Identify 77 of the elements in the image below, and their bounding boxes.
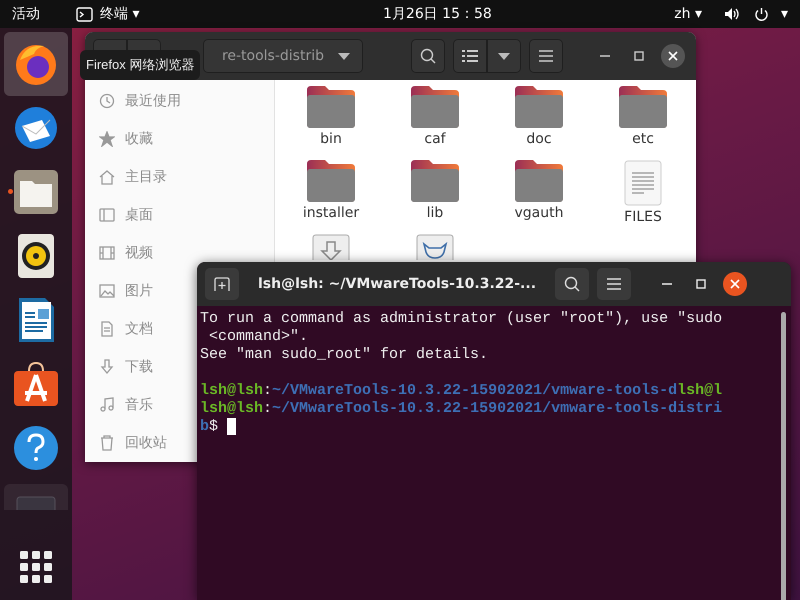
file-item[interactable]: caf xyxy=(411,86,459,160)
folder-icon xyxy=(411,160,459,202)
clock-icon xyxy=(99,93,115,109)
terminal-line: See "man sudo_root" for details. xyxy=(200,346,488,363)
document-icon xyxy=(99,321,115,337)
terminal-line: lsh@lsh:~/VMwareTools-10.3.22-15902021/vmware-tools-dlsh@l xyxy=(200,382,722,399)
music-icon xyxy=(99,397,115,413)
power-icon[interactable] xyxy=(754,6,769,22)
shopping-bag-icon xyxy=(13,361,59,407)
new-tab-icon xyxy=(214,277,230,291)
help-icon xyxy=(13,425,59,471)
folder-icon xyxy=(307,160,355,202)
search-button[interactable] xyxy=(411,39,445,73)
folder-icon xyxy=(13,169,59,215)
maximize-icon xyxy=(634,51,644,61)
view-options-button[interactable] xyxy=(487,39,521,73)
file-item[interactable]: installer xyxy=(302,160,360,234)
close-button[interactable] xyxy=(661,44,685,68)
terminal-line: <command>". xyxy=(208,328,308,345)
terminal-line: lsh@lsh:~/VMwareTools-10.3.22-15902021/vmware-tools-distri xyxy=(200,400,722,417)
app-menu[interactable]: 终端 ▾ xyxy=(76,5,140,23)
view-button[interactable] xyxy=(453,39,487,73)
maximize-icon xyxy=(696,279,706,289)
activities-button[interactable]: 活动 xyxy=(12,5,40,23)
film-icon xyxy=(99,245,115,261)
folder-icon xyxy=(515,160,563,202)
terminal-line: To run a command as administrator (user "root"), use "sudo xyxy=(200,310,722,327)
clock[interactable]: 1月26日 15：58 xyxy=(383,5,492,23)
download-icon xyxy=(99,359,115,375)
dock-item[interactable] xyxy=(4,32,68,96)
list-icon xyxy=(462,50,478,62)
system-menu-caret[interactable]: ▾ xyxy=(780,6,788,22)
close-icon xyxy=(730,279,740,289)
file-item[interactable]: etc xyxy=(619,86,667,160)
menu-icon xyxy=(539,50,553,62)
close-button[interactable] xyxy=(723,272,747,296)
caret-icon xyxy=(338,52,350,60)
star-icon xyxy=(99,131,115,147)
file-item[interactable]: vgauth xyxy=(514,160,564,234)
volume-icon[interactable] xyxy=(724,7,740,21)
menu-button[interactable] xyxy=(529,39,563,73)
app-grid-icon[interactable] xyxy=(19,550,53,584)
file-item[interactable]: bin xyxy=(307,86,355,160)
caret-icon xyxy=(498,52,510,60)
input-method-menu[interactable]: zh ▾ xyxy=(674,6,702,22)
file-item[interactable]: FILES xyxy=(624,160,662,234)
minimize-icon xyxy=(662,283,672,285)
home-icon xyxy=(99,169,115,185)
search-icon xyxy=(564,276,580,292)
folder-icon xyxy=(619,86,667,128)
path-button[interactable]: re-tools-distrib xyxy=(203,39,363,73)
tooltip: Firefox 网络浏览器 xyxy=(80,50,200,80)
mail-icon xyxy=(12,104,60,152)
new-tab-button[interactable] xyxy=(205,268,239,300)
menu-button[interactable] xyxy=(597,268,631,300)
file-item[interactable]: lib xyxy=(411,160,459,234)
text-file-icon xyxy=(624,160,662,206)
trash-icon xyxy=(99,435,115,451)
search-icon xyxy=(420,48,436,64)
speaker-icon xyxy=(17,233,55,279)
close-icon xyxy=(668,51,678,61)
folder-icon xyxy=(515,86,563,128)
image-file-icon[interactable] xyxy=(416,234,454,260)
image-icon xyxy=(99,283,115,299)
desktop-icon xyxy=(99,207,115,223)
search-button[interactable] xyxy=(555,268,589,300)
file-item[interactable]: doc xyxy=(515,86,563,160)
window-title: lsh@lsh: ~/VMwareTools-10.3.22-... xyxy=(256,276,538,292)
terminal-line: b$ xyxy=(200,418,236,435)
terminal-icon xyxy=(76,6,93,22)
menu-icon xyxy=(607,278,621,290)
document-icon xyxy=(17,297,55,343)
window-icon xyxy=(16,496,56,510)
download-file-icon[interactable] xyxy=(312,234,350,260)
folder-icon xyxy=(411,86,459,128)
folder-icon xyxy=(307,86,355,128)
minimize-icon xyxy=(600,55,610,57)
